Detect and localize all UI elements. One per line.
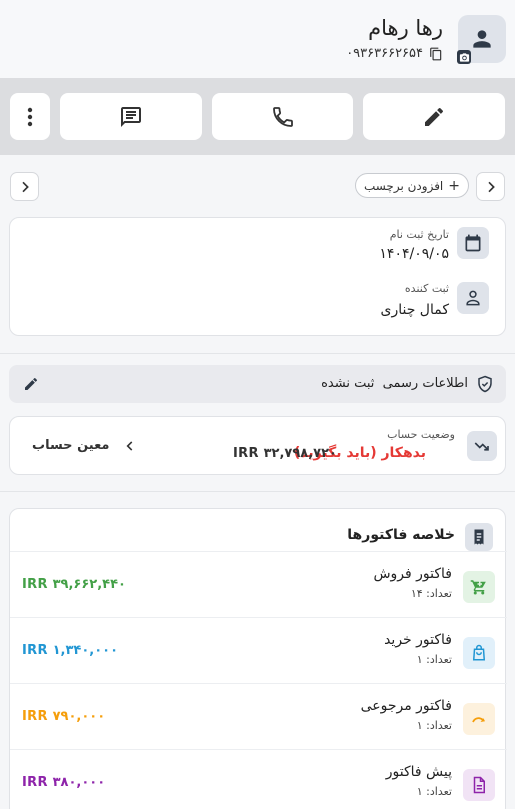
tag-row: + افزودن برچسب bbox=[0, 155, 515, 215]
trend-icon bbox=[467, 431, 497, 461]
add-tag-button[interactable]: + افزودن برچسب bbox=[354, 173, 469, 198]
invoice-row-sales[interactable]: فاکتور فروش تعداد: ۱۴ IRR ۳۹,۶۶۲,۴۴۰ bbox=[10, 551, 507, 617]
registrar-label: ثبت کننده bbox=[404, 282, 449, 295]
invoice-amount: IRR ۱,۳۴۰,۰۰۰ bbox=[22, 643, 119, 658]
document-icon bbox=[463, 769, 495, 801]
plus-icon: + bbox=[448, 177, 460, 194]
more-button[interactable] bbox=[10, 93, 50, 140]
registrar-value: کمال چناری bbox=[380, 302, 449, 318]
invoice-row-purchase[interactable]: فاکتور خرید تعداد: ۱ IRR ۱,۳۴۰,۰۰۰ bbox=[10, 617, 507, 683]
invoice-count: تعداد: ۱ bbox=[416, 785, 452, 798]
return-icon bbox=[463, 703, 495, 735]
message-icon bbox=[121, 106, 141, 127]
shopping-bag-icon bbox=[463, 637, 495, 669]
invoice-amount: IRR ۳۹,۶۶۲,۴۴۰ bbox=[22, 577, 126, 592]
verified-shield-icon bbox=[478, 375, 492, 393]
invoice-summary-card: خلاصه فاکتورها فاکتور فروش تعداد: ۱۴ IRR… bbox=[9, 508, 507, 809]
cart-icon bbox=[463, 571, 495, 603]
chevron-right-icon bbox=[21, 181, 29, 192]
contact-header: رها رهام ۰۹۳۶۳۶۶۲۶۵۴ bbox=[0, 0, 515, 78]
phone-icon bbox=[272, 106, 293, 127]
invoice-amount: IRR ۷۹۰,۰۰۰ bbox=[22, 709, 106, 724]
invoice-name: فاکتور فروش bbox=[373, 566, 452, 582]
contact-phone: ۰۹۳۶۳۶۶۲۶۵۴ bbox=[346, 46, 423, 61]
official-info-label: اطلاعات رسمی bbox=[382, 376, 468, 391]
account-status-label: وضعیت حساب bbox=[387, 428, 455, 441]
moein-account-label: معین حساب bbox=[32, 438, 110, 453]
action-bar bbox=[0, 78, 515, 155]
divider bbox=[0, 491, 515, 492]
invoice-row-proforma[interactable]: پیش فاکتور تعداد: ۱ IRR ۳۸۰,۰۰۰ bbox=[10, 749, 507, 809]
copy-icon[interactable] bbox=[429, 47, 443, 61]
contact-name: رها رهام bbox=[368, 16, 443, 40]
camera-icon[interactable] bbox=[457, 50, 471, 64]
reg-date-label: تاریخ ثبت نام bbox=[389, 228, 449, 241]
chevron-left-icon bbox=[126, 440, 133, 451]
phone-row: ۰۹۳۶۳۶۶۲۶۵۴ bbox=[346, 46, 443, 61]
moein-account-link[interactable]: معین حساب bbox=[32, 438, 137, 453]
invoice-name: فاکتور خرید bbox=[384, 632, 452, 648]
account-status-card: وضعیت حساب بدهکار (باید بگیرید) IRR ۳۲,۷… bbox=[9, 416, 506, 475]
call-button[interactable] bbox=[212, 93, 353, 140]
invoice-row-return[interactable]: فاکتور مرجوعی تعداد: ۱ IRR ۷۹۰,۰۰۰ bbox=[10, 683, 507, 749]
edit-icon bbox=[425, 107, 444, 126]
registration-info-card: تاریخ ثبت نام ۱۴۰۴/۰۹/۰۵ ثبت کننده کمال … bbox=[9, 217, 506, 336]
message-button[interactable] bbox=[60, 93, 202, 140]
official-info-status: ثبت نشده bbox=[321, 376, 375, 391]
invoice-name: فاکتور مرجوعی bbox=[360, 698, 452, 714]
edit-icon[interactable] bbox=[23, 376, 39, 392]
invoice-count: تعداد: ۱ bbox=[416, 719, 452, 732]
invoice-count: تعداد: ۱۴ bbox=[410, 587, 452, 600]
calendar-icon bbox=[457, 227, 489, 259]
tags-scroll-button[interactable] bbox=[10, 172, 39, 201]
official-info-text: اطلاعات رسمی ثبت نشده bbox=[321, 376, 468, 391]
account-balance: IRR ۳۲,۷۹۸,۷۲۰ bbox=[233, 446, 337, 461]
divider bbox=[0, 353, 515, 354]
invoice-summary-title: خلاصه فاکتورها bbox=[347, 527, 455, 543]
add-tag-label: افزودن برچسب bbox=[363, 178, 444, 193]
invoice-amount: IRR ۳۸۰,۰۰۰ bbox=[22, 775, 106, 790]
invoice-count: تعداد: ۱ bbox=[416, 653, 452, 666]
invoice-name: پیش فاکتور bbox=[385, 764, 452, 780]
person-outline-icon bbox=[457, 282, 489, 314]
official-info-bar[interactable]: اطلاعات رسمی ثبت نشده bbox=[9, 365, 506, 403]
receipt-icon bbox=[465, 523, 493, 551]
chevron-right-icon bbox=[487, 181, 495, 192]
more-vert-icon bbox=[27, 107, 33, 126]
edit-button[interactable] bbox=[363, 93, 505, 140]
person-icon bbox=[473, 30, 491, 48]
reg-date-value: ۱۴۰۴/۰۹/۰۵ bbox=[379, 246, 449, 262]
tags-next-button[interactable] bbox=[476, 172, 505, 201]
